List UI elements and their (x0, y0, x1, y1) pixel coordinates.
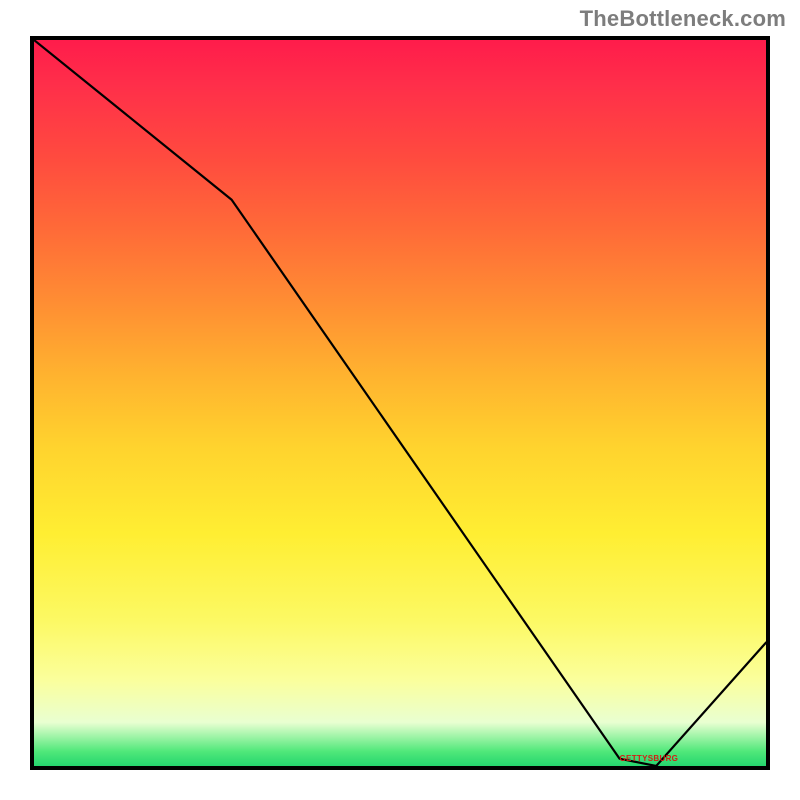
watermark-text: TheBottleneck.com (580, 6, 786, 32)
chart-annotation-label: GETTYSBURG (620, 754, 679, 763)
chart-root: { "meta": { "watermark": "TheBottleneck.… (0, 0, 800, 800)
chart-annotation-layer: GETTYSBURG (34, 40, 766, 766)
chart-plot-area: GETTYSBURG (30, 36, 770, 770)
